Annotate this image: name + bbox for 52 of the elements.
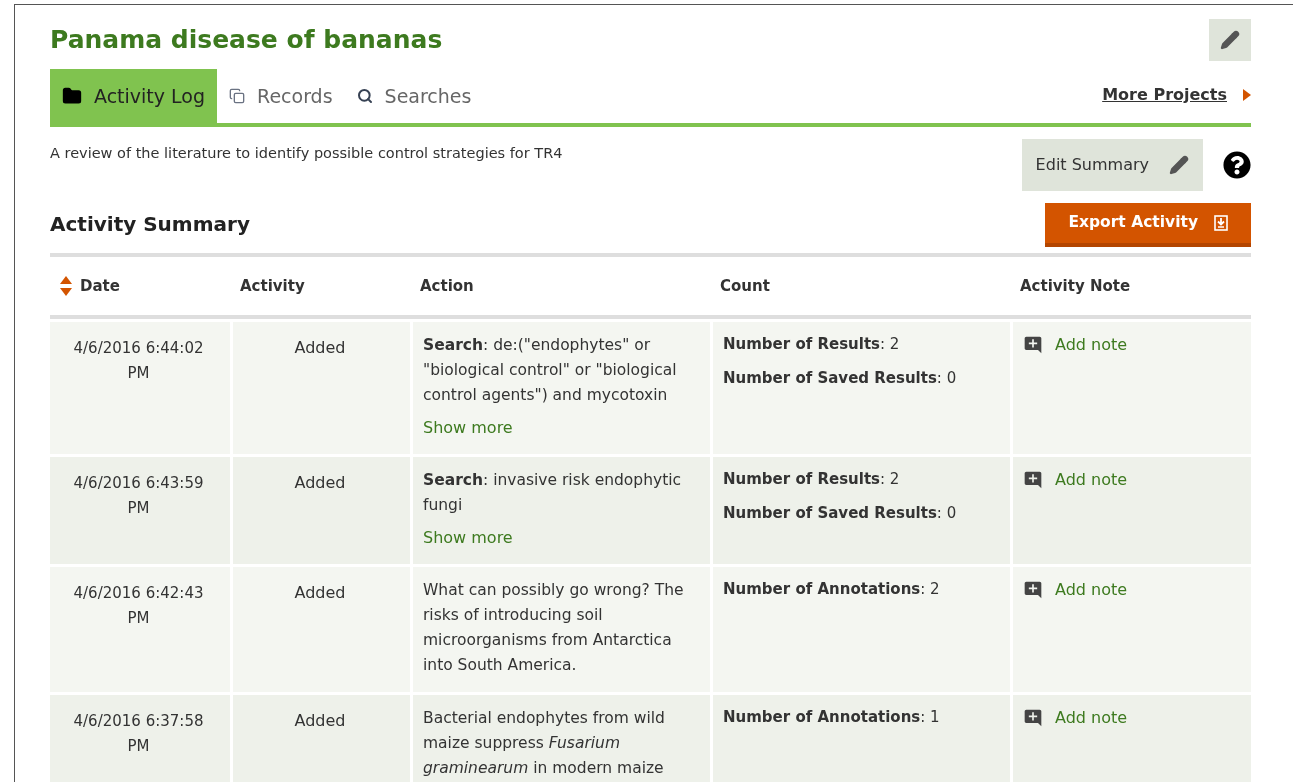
add-comment-icon: [1023, 708, 1043, 728]
copy-icon: [229, 88, 246, 104]
tab[interactable]: Activity Log: [50, 69, 218, 123]
activity-cell: Added: [294, 473, 346, 492]
pencil-icon: [1169, 155, 1189, 175]
column-header[interactable]: Date: [58, 274, 122, 298]
add-comment-icon: [1023, 335, 1043, 355]
add-comment-icon: [1023, 580, 1043, 600]
search-icon: [356, 88, 373, 104]
date-cell-text: 4/6/2016 6:44:02 PM: [72, 338, 205, 384]
activity-cell: Added: [294, 711, 346, 730]
action-text: What can possibly go wrong? The risks of introducing soil microorganisms from Antarctica into South America.: [423, 580, 685, 676]
download-icon: [1214, 215, 1228, 231]
export-activity-button[interactable]: Export Activity: [1045, 203, 1251, 247]
show-more-link[interactable]: Show more: [423, 416, 697, 440]
edit-summary-button[interactable]: Edit Summary: [1021, 139, 1203, 191]
more-projects-link[interactable]: More Projects: [1102, 83, 1227, 107]
add-comment-icon: [1023, 470, 1043, 490]
activity-cell: Added: [294, 583, 346, 602]
count-text: Number of Results: 2: [723, 334, 901, 355]
action-text: Bacterial endophytes from wild maize suppress Fusarium graminearum in modern maize: [423, 708, 666, 779]
tab[interactable]: Records: [217, 69, 345, 123]
show-more-link[interactable]: Show more: [423, 526, 697, 550]
edit-title-button[interactable]: [1209, 19, 1251, 61]
column-header[interactable]: Activity Note: [1018, 274, 1133, 298]
caret-icon: [1243, 89, 1251, 101]
project-summary: A review of the literature to identify possible control strategies for TR4: [50, 144, 563, 163]
column-header[interactable]: Count: [718, 274, 772, 298]
folder-icon: [62, 86, 82, 106]
date-cell-text: 4/6/2016 6:43:59 PM: [72, 473, 205, 519]
count-text: Number of Annotations: 1: [723, 707, 941, 728]
add-note-link[interactable]: Add note: [1023, 333, 1241, 357]
date-cell-text: 4/6/2016 6:37:58 PM: [72, 711, 205, 757]
count-text: Number of Saved Results: 0: [723, 502, 958, 524]
add-note-link[interactable]: Add note: [1023, 578, 1241, 602]
add-note-link[interactable]: Add note: [1023, 706, 1241, 730]
add-note-link[interactable]: Add note: [1023, 468, 1241, 492]
activity-cell: Added: [294, 338, 346, 357]
project-title: Panama disease of bananas: [50, 24, 443, 57]
tab[interactable]: Searches: [344, 69, 484, 123]
section-title: Activity Summary: [50, 211, 250, 238]
column-header[interactable]: Action: [418, 274, 476, 298]
help-icon[interactable]: [1223, 151, 1251, 179]
action-text: Search: de:("endophytes" or "biological control" or "biological control agents") and mycotoxin: [423, 335, 678, 406]
action-text: Search: invasive risk endophytic fungi: [423, 470, 683, 516]
count-text: Number of Results: 2: [723, 469, 901, 490]
column-header[interactable]: Activity: [238, 274, 307, 298]
sort-icon: [60, 276, 72, 296]
count-text: Number of Saved Results: 0: [723, 367, 958, 389]
count-text: Number of Annotations: 2: [723, 579, 941, 600]
date-cell-text: 4/6/2016 6:42:43 PM: [72, 583, 205, 629]
pencil-icon: [1220, 30, 1240, 50]
